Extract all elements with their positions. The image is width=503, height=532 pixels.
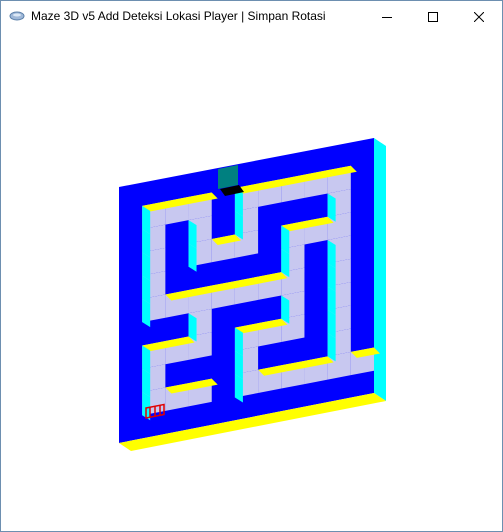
app-window: Maze 3D v5 Add Deteksi Lokasi Player | S… [0, 0, 503, 532]
close-icon [474, 11, 484, 22]
game-canvas-area[interactable] [1, 32, 502, 531]
minimize-icon [382, 16, 392, 18]
exit-door-face [218, 165, 238, 189]
maze-3d-view[interactable] [1, 32, 502, 531]
window-title: Maze 3D v5 Add Deteksi Lokasi Player | S… [31, 9, 326, 23]
maximize-button[interactable] [410, 1, 456, 32]
title-bar[interactable]: Maze 3D v5 Add Deteksi Lokasi Player | S… [1, 1, 502, 32]
app-icon [9, 11, 25, 21]
maze-wall-side [374, 138, 386, 401]
close-button[interactable] [456, 1, 502, 32]
minimize-button[interactable] [364, 1, 410, 32]
maximize-icon [428, 11, 438, 22]
